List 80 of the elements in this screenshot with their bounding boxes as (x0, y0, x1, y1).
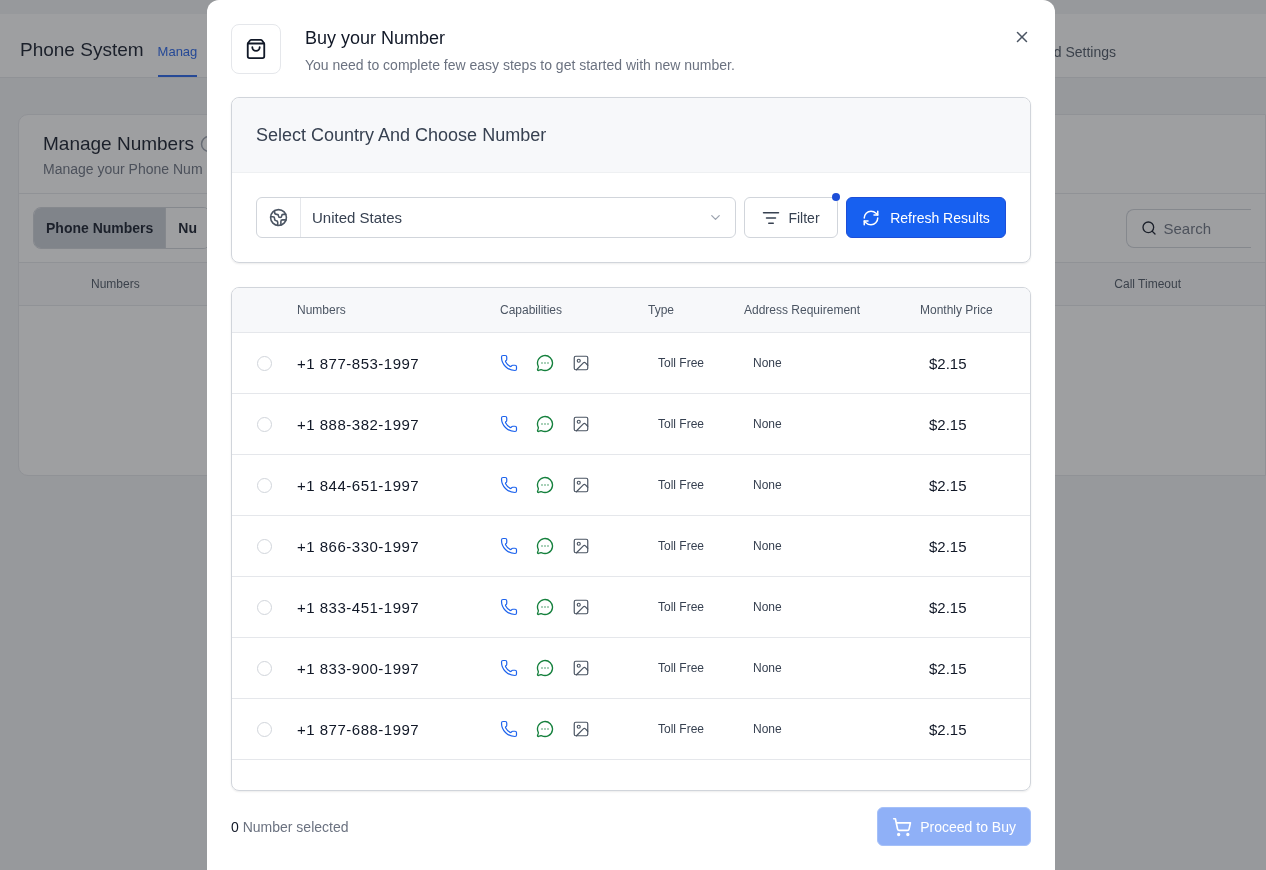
chat-icon (536, 354, 554, 372)
radio-button[interactable] (257, 599, 272, 615)
phone-icon (500, 598, 518, 616)
type-cell-text: Toll Free (657, 722, 705, 736)
price-cell-text: $2.15 (928, 598, 968, 616)
segment-tab[interactable]: Phone Numbers (34, 208, 167, 248)
column-header: Numbers (297, 303, 347, 317)
radio-button[interactable] (257, 660, 272, 676)
chat-icon (536, 659, 554, 677)
type-cell-text: Toll Free (657, 417, 705, 431)
chat-icon (536, 415, 554, 433)
address-cell-text: None (752, 417, 783, 431)
phone-icon (500, 720, 518, 738)
country-select[interactable]: United States (256, 197, 736, 238)
type-cell-text: Toll Free (657, 661, 705, 675)
search-icon (1141, 220, 1158, 236)
radio-button[interactable] (257, 355, 272, 371)
nav-tab[interactable]: Manag (157, 44, 198, 77)
radio-button[interactable] (257, 721, 272, 737)
image-icon (572, 659, 590, 677)
price-cell-text: $2.15 (928, 537, 968, 555)
price-cell-text: $2.15 (928, 476, 968, 494)
phone-number: +1 866-330-1997 (297, 537, 421, 555)
type-cell-text: Toll Free (657, 600, 705, 614)
selection-count: 0 Number selected (231, 818, 349, 835)
phone-icon (500, 537, 518, 555)
globe-icon (269, 208, 288, 227)
refresh-icon (862, 208, 881, 227)
radio-button[interactable] (257, 538, 272, 554)
app-title: Phone System (20, 39, 144, 62)
image-icon (572, 720, 590, 738)
address-cell-text: None (752, 539, 783, 553)
search-field[interactable]: Search (1126, 208, 1251, 248)
bag-icon-box (231, 24, 281, 74)
address-cell-text: None (752, 356, 783, 370)
price-cell-text: $2.15 (928, 415, 968, 433)
phone-number: +1 833-451-1997 (297, 598, 421, 616)
address-cell-text: None (752, 478, 783, 492)
image-icon (572, 537, 590, 555)
column-header: Call Timeout (1114, 277, 1181, 291)
phone-icon (500, 476, 518, 494)
chat-icon (536, 537, 554, 555)
type-cell-text: Toll Free (657, 478, 705, 492)
phone-number: +1 888-382-1997 (297, 415, 421, 433)
price-cell-text: $2.15 (928, 659, 968, 677)
phone-icon (500, 354, 518, 372)
image-icon (572, 354, 590, 372)
image-icon (572, 476, 590, 494)
type-cell-text: Toll Free (657, 539, 705, 553)
column-header: Monthly Price (920, 303, 994, 317)
column-header: Address Requirement (744, 303, 862, 317)
address-cell-text: None (752, 600, 783, 614)
radio-button[interactable] (257, 477, 272, 493)
chat-icon (536, 720, 554, 738)
chat-icon (536, 476, 554, 494)
phone-number: +1 877-853-1997 (297, 354, 421, 372)
type-cell-text: Toll Free (657, 356, 705, 370)
card-subtitle: Manage your Phone Num (43, 161, 204, 177)
address-cell-text: None (752, 661, 783, 675)
card-title: Manage Numbers (43, 133, 195, 155)
phone-icon (500, 659, 518, 677)
dialog-subtitle: You need to complete few easy steps to get started with new number. (305, 57, 735, 73)
price-cell-text: $2.15 (928, 354, 968, 372)
dialog-title: Buy your Number (305, 28, 447, 49)
phone-number: +1 833-900-1997 (297, 659, 421, 677)
column-header: Capabilities (499, 303, 564, 317)
refresh-button[interactable]: Refresh Results (846, 197, 1006, 238)
radio-button[interactable] (257, 416, 272, 432)
column-header: Type (647, 303, 675, 317)
phone-number: +1 844-651-1997 (297, 476, 421, 494)
cart-icon (892, 816, 913, 837)
phone-icon (500, 415, 518, 433)
chat-icon (536, 598, 554, 616)
image-icon (572, 598, 590, 616)
price-cell-text: $2.15 (928, 720, 968, 738)
section-title: Select Country And Choose Number (232, 98, 1030, 172)
column-header: Numbers (91, 277, 140, 291)
phone-number: +1 877-688-1997 (297, 720, 421, 738)
address-cell-text: None (752, 722, 783, 736)
image-icon (572, 415, 590, 433)
